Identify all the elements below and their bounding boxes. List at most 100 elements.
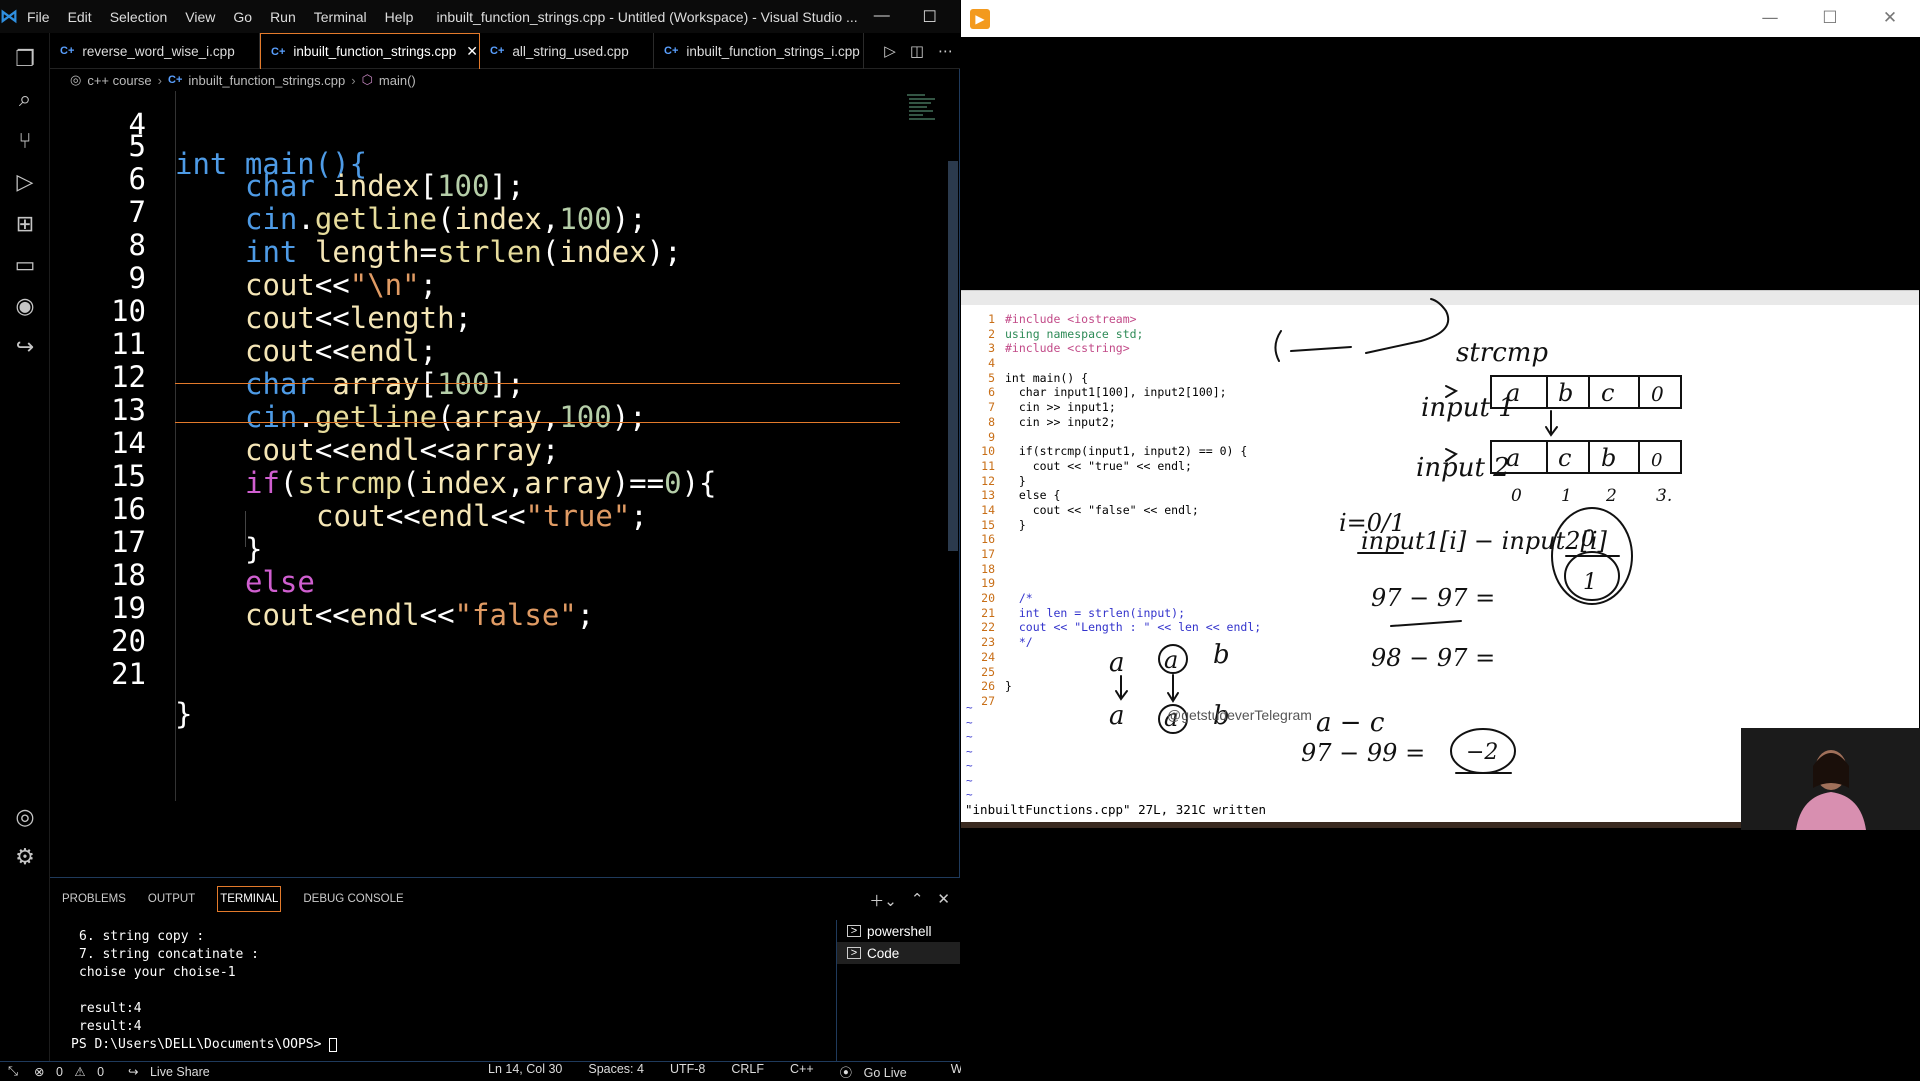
maximize-panel-icon[interactable]: ⌃ bbox=[911, 890, 924, 911]
terminal-item-code[interactable]: > Code bbox=[837, 942, 960, 964]
tab-inbuilt-function-strings[interactable]: C+ inbuilt_function_strings.cpp ✕ bbox=[260, 33, 480, 69]
svg-text:0: 0 bbox=[1651, 382, 1664, 406]
status-bar: ⤡ ⊗ 0 ⚠ 0 ↪ Live Share Ln 14, Col 30 Spa… bbox=[0, 1061, 1067, 1081]
maximize-icon[interactable]: ☐ bbox=[906, 7, 954, 27]
player-app-icon: ▶ bbox=[970, 9, 990, 29]
end-of-line[interactable]: CRLF bbox=[731, 1062, 764, 1081]
terminal-icon: > bbox=[847, 925, 861, 937]
symbol-method-icon: ⬡ bbox=[361, 72, 373, 87]
svg-text:98 − 97 =: 98 − 97 = bbox=[1371, 644, 1495, 672]
menu-go[interactable]: Go bbox=[224, 9, 261, 25]
svg-text:b: b bbox=[1558, 379, 1573, 407]
code-editor[interactable]: 4 int main(){ 5 char index[100]; 6 cin.g… bbox=[50, 91, 960, 877]
extensions-icon[interactable]: ⊞ bbox=[10, 210, 40, 240]
vscode-window: ⋈ File Edit Selection View Go Run Termin… bbox=[0, 0, 1067, 1081]
close-tab-icon[interactable]: ✕ bbox=[466, 43, 478, 60]
split-editor-icon[interactable]: ◫ bbox=[903, 42, 931, 60]
svg-text:a: a bbox=[1506, 444, 1520, 472]
svg-text:0: 0 bbox=[1511, 486, 1522, 506]
live-share-icon[interactable]: ↪ bbox=[10, 333, 40, 363]
folder-icon: ◎ bbox=[70, 72, 82, 87]
problems-status[interactable]: ⊗ 0 ⚠ 0 bbox=[34, 1064, 112, 1079]
terminal-item-powershell[interactable]: > powershell bbox=[837, 920, 960, 942]
live-share-status[interactable]: ↪ Live Share bbox=[128, 1064, 218, 1079]
encoding[interactable]: UTF-8 bbox=[670, 1062, 705, 1081]
tab-problems[interactable]: PROBLEMS bbox=[62, 887, 126, 911]
svg-text:3.: 3. bbox=[1656, 486, 1672, 506]
activity-bar: ❐ ⌕ ⑂ ▷ ⊞ ▭ ◉ ↪ ◎ ⚙ bbox=[0, 33, 50, 1061]
cpp-file-icon: C+ bbox=[60, 45, 75, 57]
svg-text:input 1: input 1 bbox=[1421, 393, 1515, 423]
title-bar: ⋈ File Edit Selection View Go Run Termin… bbox=[0, 0, 984, 33]
menu-edit[interactable]: Edit bbox=[59, 9, 101, 25]
minimap[interactable] bbox=[905, 91, 945, 131]
svg-text:c: c bbox=[1558, 444, 1571, 472]
run-icon[interactable]: ▷ bbox=[877, 42, 903, 60]
terminal-list: > powershell > Code bbox=[836, 920, 960, 1062]
window-title: inbuilt_function_strings.cpp - Untitled … bbox=[436, 8, 858, 25]
cursor-position[interactable]: Ln 14, Col 30 bbox=[488, 1062, 562, 1081]
tab-reverse-word[interactable]: C+ reverse_word_wise_i.cpp bbox=[50, 33, 260, 69]
editor-tabs: C+ reverse_word_wise_i.cpp C+ inbuilt_func… bbox=[50, 33, 960, 69]
menu-help[interactable]: Help bbox=[376, 9, 423, 25]
breadcrumb-file[interactable]: inbuilt_function_strings.cpp bbox=[188, 73, 345, 88]
tab-terminal[interactable]: TERMINAL bbox=[217, 886, 282, 912]
new-terminal-icon[interactable]: ＋⌄ bbox=[869, 890, 897, 911]
code-line: 21 } bbox=[111, 657, 193, 731]
breadcrumb: ◎ c++ course › C+ inbuilt_function_strin… bbox=[70, 72, 416, 88]
minimize-icon[interactable]: — bbox=[1740, 0, 1800, 37]
account-icon[interactable]: ◎ bbox=[10, 803, 40, 833]
svg-text:input1[i] − input2[i]: input1[i] − input2[i] bbox=[1361, 527, 1608, 555]
svg-text:c: c bbox=[1601, 379, 1614, 407]
menu-terminal[interactable]: Terminal bbox=[305, 9, 376, 25]
more-actions-icon[interactable]: ⋯ bbox=[931, 42, 960, 60]
svg-text:2: 2 bbox=[1605, 486, 1617, 506]
remote-icon[interactable]: ⤡ bbox=[8, 1064, 18, 1079]
menu-file[interactable]: File bbox=[18, 9, 59, 25]
menu-selection[interactable]: Selection bbox=[101, 9, 177, 25]
indentation[interactable]: Spaces: 4 bbox=[588, 1062, 644, 1081]
svg-text:0: 0 bbox=[1651, 450, 1662, 471]
close-panel-icon[interactable]: ✕ bbox=[937, 890, 950, 911]
presenter-image bbox=[1741, 728, 1920, 830]
editor-scrollbar[interactable] bbox=[948, 161, 958, 551]
close-icon[interactable]: ✕ bbox=[1860, 0, 1920, 37]
search-icon[interactable]: ⌕ bbox=[10, 85, 40, 115]
menu-run[interactable]: Run bbox=[261, 9, 305, 25]
player-title-bar: ▶ — ☐ ✕ bbox=[961, 0, 1920, 37]
terminal-output[interactable]: 6. string copy : 7. string concatinate :… bbox=[71, 928, 859, 1054]
svg-text:a − c: a − c bbox=[1316, 708, 1385, 738]
tab-all-string-used[interactable]: C+ all_string_used.cpp bbox=[480, 33, 654, 69]
settings-gear-icon[interactable]: ⚙ bbox=[10, 843, 40, 873]
svg-text:a: a bbox=[1109, 701, 1125, 731]
cpp-file-icon: C+ bbox=[168, 74, 183, 86]
tab-output[interactable]: OUTPUT bbox=[148, 887, 195, 911]
svg-text:a: a bbox=[1506, 379, 1520, 407]
github-icon[interactable]: ◉ bbox=[10, 292, 40, 322]
svg-text:input 2: input 2 bbox=[1416, 453, 1510, 483]
cpp-file-icon: C+ bbox=[490, 45, 505, 57]
breadcrumb-symbol[interactable]: main() bbox=[379, 73, 416, 88]
remote-explorer-icon[interactable]: ▭ bbox=[10, 251, 40, 281]
tab-debug-console[interactable]: DEBUG CONSOLE bbox=[303, 887, 403, 911]
explorer-icon[interactable]: ❐ bbox=[10, 45, 40, 75]
terminal-icon: > bbox=[847, 947, 861, 959]
minimize-icon[interactable]: — bbox=[858, 7, 906, 27]
breadcrumb-folder[interactable]: c++ course bbox=[87, 73, 151, 88]
svg-text:a: a bbox=[1109, 648, 1125, 678]
source-control-icon[interactable]: ⑂ bbox=[10, 127, 40, 157]
cpp-file-icon: C+ bbox=[271, 45, 286, 58]
maximize-icon[interactable]: ☐ bbox=[1800, 0, 1860, 37]
run-debug-icon[interactable]: ▷ bbox=[10, 168, 40, 198]
svg-text:1: 1 bbox=[1561, 486, 1572, 506]
go-live-button[interactable]: ⦿ Go Live bbox=[840, 1062, 925, 1081]
menu-view[interactable]: View bbox=[176, 9, 224, 25]
menu-bar: File Edit Selection View Go Run Terminal… bbox=[18, 9, 422, 25]
tab-inbuilt-function-strings-i[interactable]: C+ inbuilt_function_strings_i.cpp bbox=[654, 33, 864, 69]
svg-text:97 − 97 =: 97 − 97 = bbox=[1371, 584, 1495, 612]
language-mode[interactable]: C++ bbox=[790, 1062, 814, 1081]
bottom-panel: PROBLEMS OUTPUT TERMINAL DEBUG CONSOLE ＋… bbox=[50, 877, 960, 1062]
vscode-logo-icon: ⋈ bbox=[0, 6, 18, 26]
video-player-window: ▶ — ☐ ✕ 1 #include <iostream> 2 using name… bbox=[961, 0, 1920, 1080]
svg-text:97 − 99 =: 97 − 99 = bbox=[1301, 739, 1425, 767]
